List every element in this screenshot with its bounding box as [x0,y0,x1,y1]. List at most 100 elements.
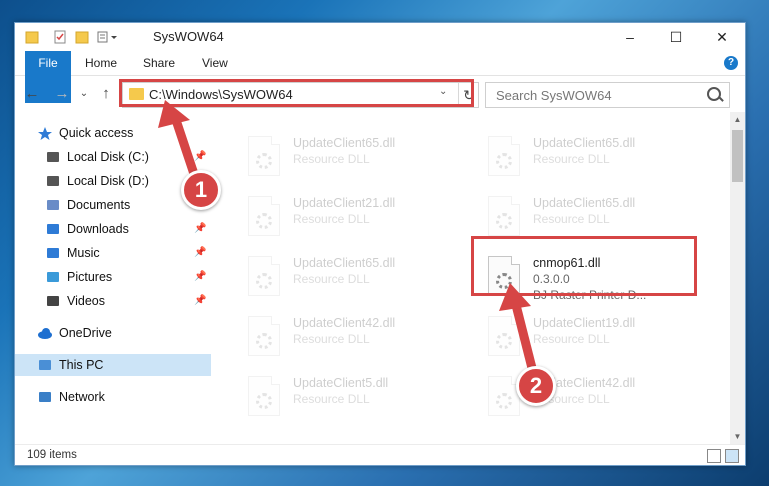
file-highlight-box [471,236,697,296]
recent-dropdown-icon[interactable]: ⌄ [75,85,93,103]
dll-file-icon [248,136,280,176]
sidebar-item-downloads[interactable]: Downloads 📌 [15,218,211,240]
vertical-scrollbar[interactable]: ▲ ▼ [730,112,745,444]
close-button[interactable]: ✕ [699,23,745,51]
file-item[interactable]: UpdateClient65.dll Resource DLL [235,130,455,182]
scroll-up-icon[interactable]: ▲ [730,112,745,127]
drive-icon [45,150,61,164]
tab-view[interactable]: View [202,51,228,75]
sidebar-item-music[interactable]: Music 📌 [15,242,211,264]
back-arrow-icon[interactable]: ← [23,85,41,103]
gear-icon [256,273,272,289]
pin-icon[interactable]: 📌 [194,271,206,282]
navigation-pane: Quick access Local Disk (C:) 📌 Local Disk (… [15,112,211,444]
tab-share[interactable]: Share [143,51,175,75]
gear-icon [496,333,512,349]
downloads-icon [45,222,61,236]
file-item[interactable]: UpdateClient19.dll Resource DLL [475,310,695,362]
file-description: Resource DLL [293,392,370,406]
details-view-icon[interactable] [707,449,721,463]
search-box[interactable]: Search SysWOW64 [485,82,730,108]
file-name: UpdateClient42.dll [293,316,396,330]
file-name: UpdateClient65.dll [533,136,636,150]
help-icon[interactable]: ? [724,56,738,70]
pin-icon[interactable]: 📌 [194,151,206,162]
search-input[interactable]: Search SysWOW64 [496,88,612,103]
dll-file-icon [488,316,520,356]
search-icon[interactable] [707,87,721,101]
sidebar-item-videos[interactable]: Videos 📌 [15,290,211,312]
up-arrow-icon[interactable]: ↑ [97,85,115,103]
sidebar-item-label: This PC [59,358,104,372]
pin-icon[interactable]: 📌 [194,223,206,234]
gear-icon [496,393,512,409]
file-description: Resource DLL [293,272,370,286]
cloud-icon [37,326,53,340]
sidebar-item-label: Network [59,390,105,404]
folder-icon [25,30,39,44]
network-icon [37,390,53,404]
gear-icon [496,213,512,229]
ribbon: File Home Share View ? [15,51,745,103]
dll-file-icon [488,136,520,176]
file-item[interactable]: UpdateClient21.dll Resource DLL [235,190,455,242]
file-item[interactable]: UpdateClient42.dll Resource DLL [235,310,455,362]
minimize-button[interactable]: – [607,23,653,51]
sidebar-item-label: Videos [67,294,105,308]
file-name: UpdateClient65.dll [533,196,636,210]
sidebar-item-local-disk-c[interactable]: Local Disk (C:) 📌 [15,146,211,168]
forward-arrow-icon[interactable]: → [53,85,71,103]
gear-icon [256,393,272,409]
window-title: SysWOW64 [153,29,224,44]
file-description: Resource DLL [293,212,370,226]
file-description: Resource DLL [293,332,370,346]
item-count: 109 items [27,449,77,461]
file-name: UpdateClient65.dll [293,256,396,270]
maximize-button[interactable]: ☐ [653,23,699,51]
step-1-badge: 1 [181,170,221,210]
sidebar-item-pictures[interactable]: Pictures 📌 [15,266,211,288]
sidebar-item-label: Music [67,246,100,260]
music-icon [45,246,61,260]
large-icons-view-icon[interactable] [725,449,739,463]
sidebar-item-quick-access[interactable]: Quick access [15,122,211,144]
computer-icon [37,358,53,372]
dll-file-icon [488,196,520,236]
sidebar-item-network[interactable]: Network [15,386,211,408]
sidebar-item-label: Pictures [67,270,113,284]
dll-file-icon [248,376,280,416]
file-description: Resource DLL [533,212,610,226]
gear-icon [256,333,272,349]
gear-icon [256,213,272,229]
properties-icon[interactable] [53,30,67,44]
sidebar-item-label: Local Disk (C:) [67,150,149,164]
pin-icon[interactable]: 📌 [194,247,206,258]
file-name: UpdateClient19.dll [533,316,636,330]
address-highlight-box [119,79,474,107]
sidebar-item-label: Local Disk (D:) [67,174,149,188]
file-item[interactable]: UpdateClient65.dll Resource DLL [475,190,695,242]
videos-icon [45,294,61,308]
file-description: Resource DLL [293,152,370,166]
status-bar: 109 items [15,444,745,466]
dll-file-icon [248,256,280,296]
documents-icon [45,198,61,212]
sidebar-item-this-pc[interactable]: This PC [15,354,211,376]
star-icon [37,126,53,140]
file-item[interactable]: UpdateClient65.dll Resource DLL [235,250,455,302]
file-item[interactable]: UpdateClient5.dll Resource DLL [235,370,455,422]
new-folder-icon[interactable] [75,30,89,44]
customize-toolbar-icon[interactable] [97,30,119,44]
sidebar-item-label: Documents [67,198,131,212]
pictures-icon [45,270,61,284]
file-item[interactable]: UpdateClient65.dll Resource DLL [475,130,695,182]
tab-home[interactable]: Home [85,51,117,75]
dll-file-icon [488,376,520,416]
scroll-thumb[interactable] [732,130,743,182]
file-name: UpdateClient65.dll [293,136,396,150]
sidebar-item-onedrive[interactable]: OneDrive [15,322,211,344]
file-item[interactable]: UpdateClient42.dll Resource DLL [475,370,695,422]
pin-icon[interactable]: 📌 [194,295,206,306]
scroll-down-icon[interactable]: ▼ [730,429,745,444]
gear-icon [496,153,512,169]
